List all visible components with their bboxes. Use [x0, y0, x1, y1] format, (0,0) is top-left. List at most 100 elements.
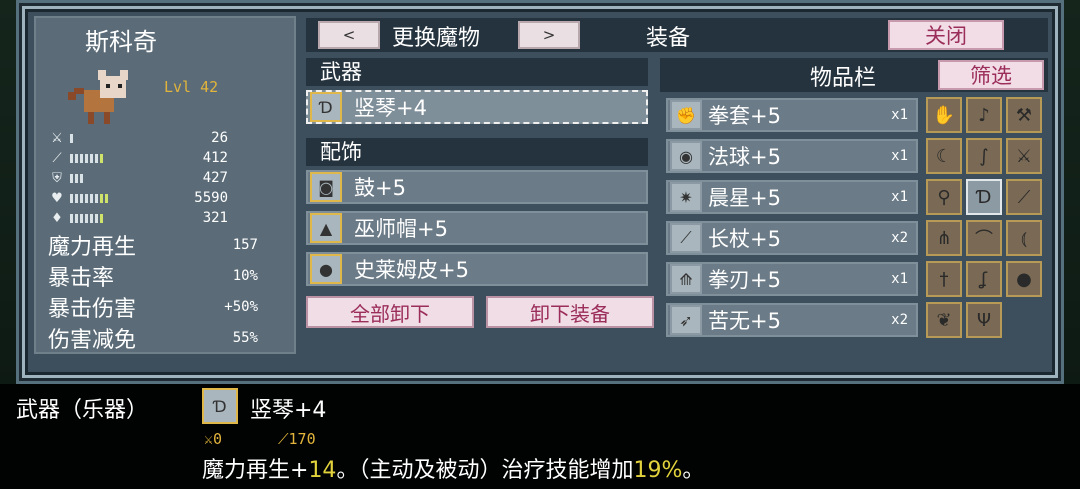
effect-heal-value: 19%	[633, 458, 683, 483]
inventory-item[interactable]: ✊ 拳套+5 x1	[666, 98, 918, 132]
kunai-icon: ➶	[670, 305, 702, 335]
stat-row: ⚔ 26	[48, 128, 288, 148]
harp-icon: Ɗ	[310, 92, 342, 122]
inventory-item-name: 拳套+5	[708, 104, 781, 128]
stat-value: 412	[202, 150, 228, 166]
staff-icon[interactable]: ⟋	[1006, 179, 1042, 215]
extra-stat-row: 魔力再生 157	[48, 230, 288, 260]
slime-hide-icon: ●	[310, 254, 342, 284]
hammer-icon[interactable]: ⚒	[1006, 97, 1042, 133]
katar-icon: ⟰	[670, 264, 702, 294]
inventory-item-count: x2	[891, 312, 908, 328]
item-name: 竖琴+4	[250, 398, 327, 423]
extra-stat-label: 魔力再生	[48, 235, 137, 260]
stat-row: ⟋ 412	[48, 148, 288, 168]
inventory-item-count: x1	[891, 148, 908, 164]
wizard-hat-icon: ▲	[310, 213, 342, 243]
accessory-slot-3[interactable]: ● 史莱姆皮+5	[306, 252, 648, 286]
sword-icon: ⚔	[51, 130, 63, 146]
effect-regen-value: 14	[308, 458, 337, 483]
weapon-header: 武器	[306, 58, 648, 86]
stat-bar	[70, 153, 162, 163]
monster-stats-panel: 斯科奇 Lvl 42 ⚔ 26 ⟋ 412 ⛨ 427 ♥ 5590 ♦ 321 魔力再生 157 暴…	[34, 16, 296, 354]
weapon-name: 竖琴+4	[354, 96, 427, 120]
swap-monster-label: 更换魔物	[392, 26, 481, 51]
stat-value: 427	[202, 170, 228, 186]
stat-bar	[70, 133, 162, 143]
bomb-icon[interactable]: ●	[1006, 261, 1042, 297]
weapon-slot[interactable]: Ɗ 竖琴+4	[306, 90, 648, 124]
monster-name: 斯科奇	[85, 28, 157, 56]
lute-icon[interactable]: ♪	[966, 97, 1002, 133]
bow-icon[interactable]: ⦅	[1006, 220, 1042, 256]
drum-icon: ◙	[310, 172, 342, 202]
stat-value: 321	[202, 210, 228, 226]
equipment-title: 装备	[646, 26, 691, 51]
inventory-item[interactable]: ◉ 法球+5 x1	[666, 139, 918, 173]
item-description-panel: 武器（乐器） Ɗ 竖琴+4 ⚔0 ⟋170 魔力再生+14。（主动及被动）治疗技…	[0, 384, 1080, 489]
extra-stat-value: 10%	[232, 268, 258, 284]
close-button[interactable]: 关闭	[888, 20, 1004, 50]
item-category: 武器（乐器）	[16, 398, 149, 423]
inventory-item-count: x2	[891, 230, 908, 246]
extra-stat-label: 暴击伤害	[48, 297, 137, 322]
inventory-item[interactable]: ⟰ 拳刃+5 x1	[666, 262, 918, 296]
rake-icon[interactable]: ⋔	[926, 220, 962, 256]
inventory-item-name: 苦无+5	[708, 309, 781, 333]
inventory-item-count: x1	[891, 107, 908, 123]
accessory-name: 史莱姆皮+5	[354, 258, 469, 282]
hook-icon[interactable]: ʆ	[966, 261, 1002, 297]
item-magic-stat: ⟋170	[278, 430, 316, 448]
staff-icon: ⟋	[52, 150, 62, 166]
inventory-item-name: 长杖+5	[708, 227, 781, 251]
scythe-icon[interactable]: ☾	[926, 138, 962, 174]
next-monster-button[interactable]: >	[518, 21, 580, 49]
harp-icon[interactable]: Ɗ	[966, 179, 1002, 215]
accessory-slot-2[interactable]: ▲ 巫师帽+5	[306, 211, 648, 245]
stat-value: 26	[211, 130, 228, 146]
harp-icon: Ɗ	[202, 388, 238, 424]
item-effect: 魔力再生+14。（主动及被动）治疗技能增加19%。	[202, 452, 704, 484]
effect-middle: 。（主动及被动）治疗技能增加	[336, 458, 634, 483]
prev-monster-button[interactable]: <	[318, 21, 380, 49]
accessory-name: 巫师帽+5	[354, 217, 448, 241]
sword-icon[interactable]: ⚔	[1006, 138, 1042, 174]
feather-icon[interactable]: ❦	[926, 302, 962, 338]
trident-icon[interactable]: Ψ	[966, 302, 1002, 338]
gauntlet-icon: ✊	[670, 100, 702, 130]
monster-level: Lvl 42	[164, 78, 219, 96]
unequip-all-button[interactable]: 全部卸下	[306, 296, 474, 328]
extra-stat-row: 伤害减免 55%	[48, 323, 288, 353]
extra-stat-value: +50%	[224, 299, 258, 315]
morning-star-icon: ✷	[670, 182, 702, 212]
whip-icon[interactable]: ∫	[966, 138, 1002, 174]
claw-icon[interactable]: ✋	[926, 97, 962, 133]
stat-bar	[70, 193, 162, 203]
inventory-item[interactable]: ✷ 晨星+5 x1	[666, 180, 918, 214]
accessory-slot-1[interactable]: ◙ 鼓+5	[306, 170, 648, 204]
extra-stat-value: 55%	[232, 330, 258, 346]
effect-prefix: 魔力再生+	[202, 458, 309, 483]
accessory-name: 鼓+5	[354, 176, 406, 200]
header-bar: < 更换魔物 > 装备 关闭	[306, 18, 1048, 52]
extra-stat-label: 暴击率	[48, 266, 115, 291]
dagger-icon[interactable]: †	[926, 261, 962, 297]
boomerang-icon[interactable]: ⌒	[966, 220, 1002, 256]
inventory-title: 物品栏	[810, 66, 877, 91]
shield-icon: ⛨	[52, 170, 62, 186]
wand-icon[interactable]: ⚲	[926, 179, 962, 215]
inventory-item[interactable]: ⟋ 长杖+5 x2	[666, 221, 918, 255]
item-attack-stat: ⚔0	[204, 430, 223, 448]
heart-icon: ♥	[51, 190, 63, 206]
stat-value: 5590	[194, 190, 228, 206]
inventory-item-count: x1	[891, 189, 908, 205]
extra-stat-row: 暴击率 10%	[48, 261, 288, 291]
extra-stat-label: 伤害减免	[48, 328, 137, 353]
orb-icon: ◉	[670, 141, 702, 171]
mana-icon: ♦	[51, 210, 63, 226]
unequip-button[interactable]: 卸下装备	[486, 296, 654, 328]
inventory-item[interactable]: ➶ 苦无+5 x2	[666, 303, 918, 337]
staff-icon: ⟋	[670, 223, 702, 253]
filter-button[interactable]: 筛选	[938, 60, 1044, 90]
monster-sprite	[68, 70, 128, 124]
